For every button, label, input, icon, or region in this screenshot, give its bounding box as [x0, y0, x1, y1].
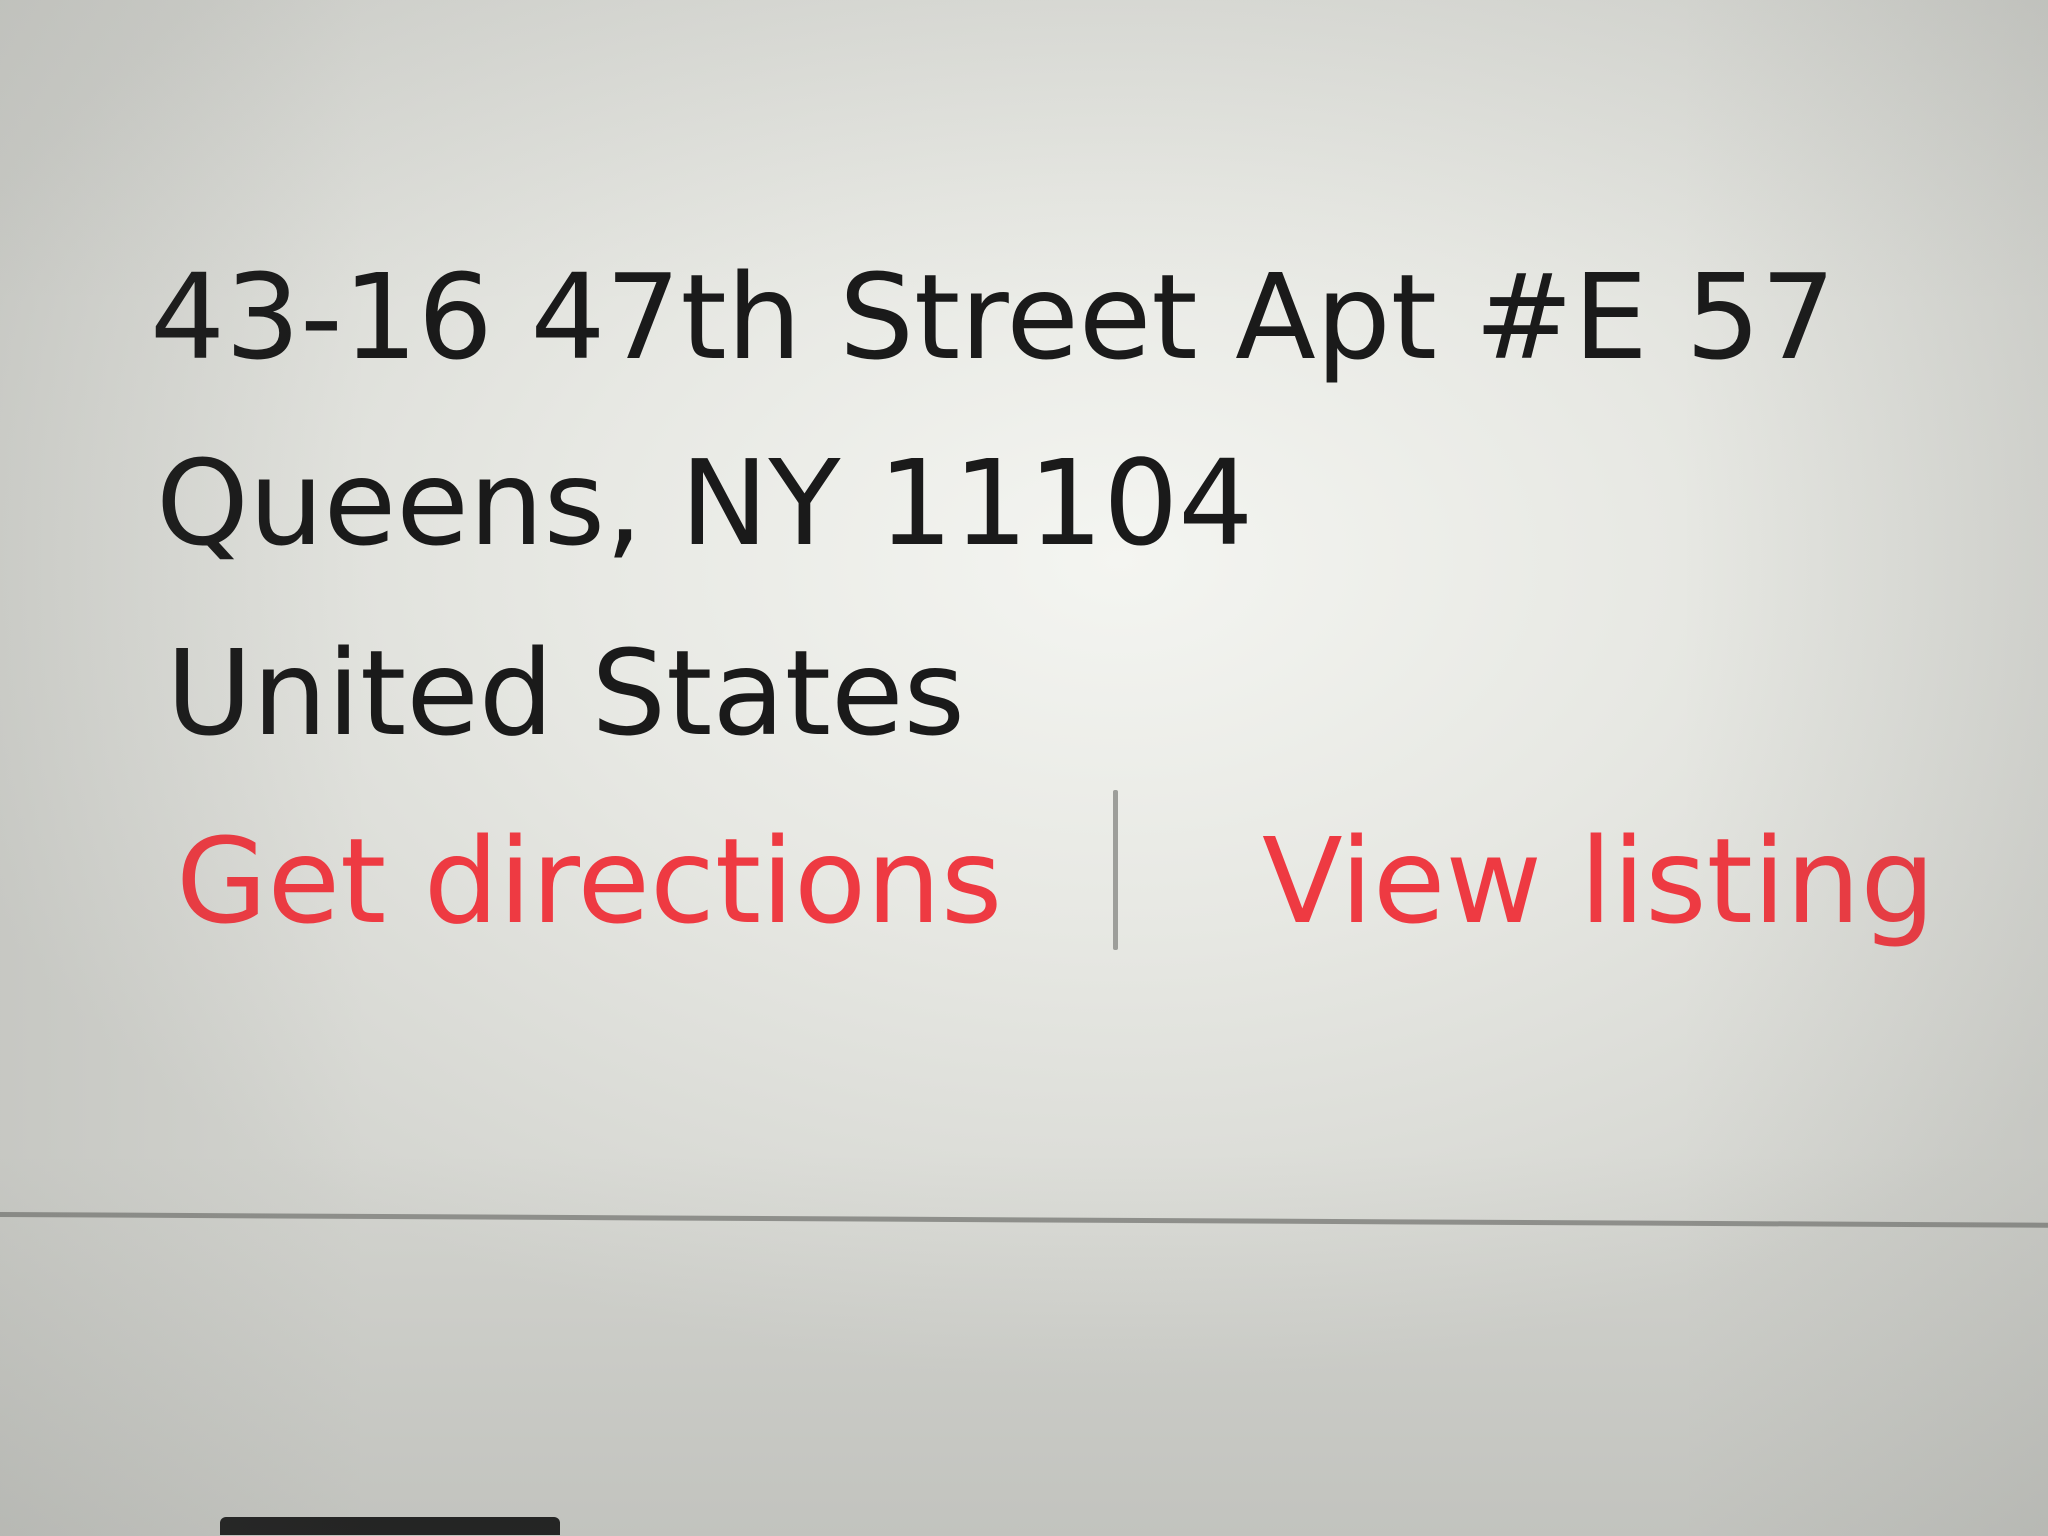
view-listing-link[interactable]: View listing	[1262, 822, 1935, 940]
listing-address-card: 43-16 47th Street Apt #E 57 Queens, NY 1…	[0, 0, 2048, 1220]
address-city-line: Queens, NY 11104	[156, 434, 1254, 572]
next-section-heading-fragment	[220, 1517, 560, 1535]
address-street-line: 43-16 47th Street Apt #E 57	[150, 248, 1836, 386]
get-directions-link[interactable]: Get directions	[176, 822, 1002, 940]
address-country-line: United States	[166, 624, 966, 762]
next-section	[0, 1217, 2048, 1536]
address-actions: Get directions View listing	[0, 790, 2048, 960]
actions-divider	[1113, 790, 1118, 950]
